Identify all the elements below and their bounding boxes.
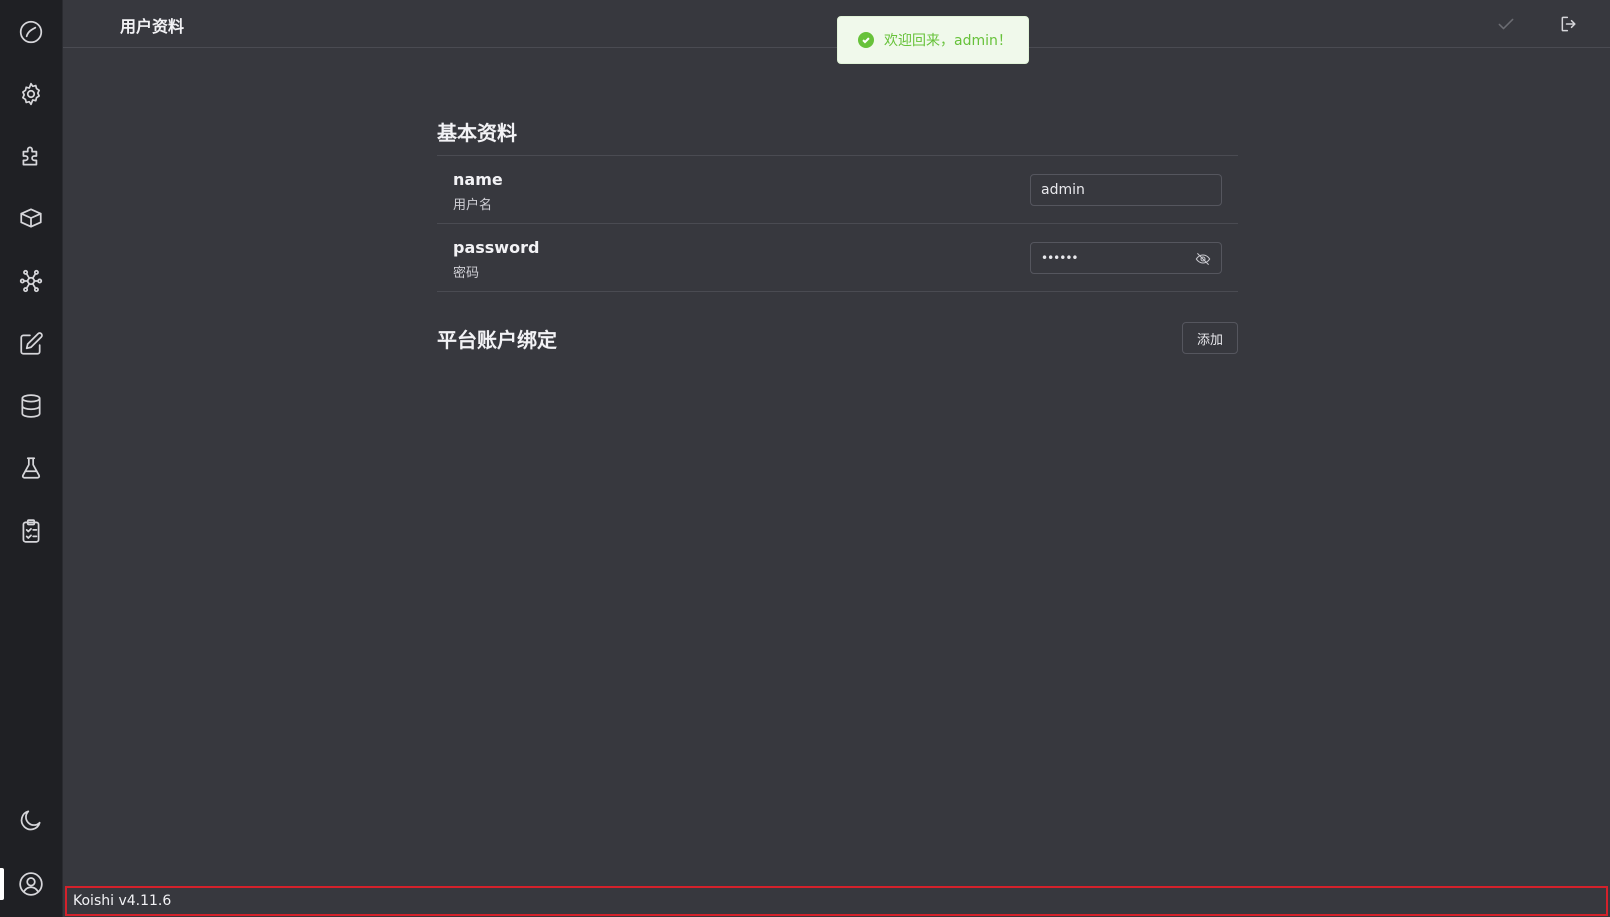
account-binding-header: 平台账户绑定 添加 [437,322,1238,354]
name-input-value: admin [1041,182,1085,198]
add-button[interactable]: 添加 [1181,322,1238,354]
user-circle-icon[interactable] [17,870,45,898]
field-key-name: name [453,170,503,189]
database-icon[interactable] [17,392,45,420]
network-icon[interactable] [17,267,45,295]
version-label: Koishi v4.11.6 [73,893,172,909]
check-circle-icon [858,32,874,48]
sidebar [0,0,63,917]
field-key-password: password [453,238,540,257]
toast-message: 欢迎回来，admin！ [884,33,1012,49]
dashboard-icon[interactable] [17,18,45,46]
status-bar: Koishi v4.11.6 [65,886,1608,916]
success-toast: 欢迎回来，admin！ [837,16,1029,64]
edit-icon[interactable] [17,330,45,358]
package-icon[interactable] [17,204,45,232]
eye-off-icon[interactable] [1195,251,1211,267]
section-title-binding: 平台账户绑定 [437,327,557,352]
active-indicator [0,868,4,900]
logout-icon[interactable] [1557,12,1581,36]
password-input-value: •••••• [1041,251,1078,265]
field-desc-name: 用户名 [453,198,493,213]
field-row-password: password 密码 •••••• [437,224,1238,292]
puzzle-icon[interactable] [17,142,45,170]
page-title: 用户资料 [120,17,185,36]
field-desc-password: 密码 [453,266,480,281]
clipboard-icon[interactable] [17,517,45,545]
profile-content: 基本资料 name 用户名 admin password 密码 •••••• 平… [437,108,1238,354]
name-input[interactable]: admin [1030,174,1222,206]
field-row-name: name 用户名 admin [437,156,1238,224]
password-input[interactable]: •••••• [1030,242,1222,274]
check-icon[interactable] [1494,12,1518,36]
gear-icon[interactable] [17,80,45,108]
flask-icon[interactable] [17,454,45,482]
section-title-basic: 基本资料 [437,121,517,145]
moon-icon[interactable] [17,806,45,834]
basic-profile-header: 基本资料 [437,108,1238,156]
